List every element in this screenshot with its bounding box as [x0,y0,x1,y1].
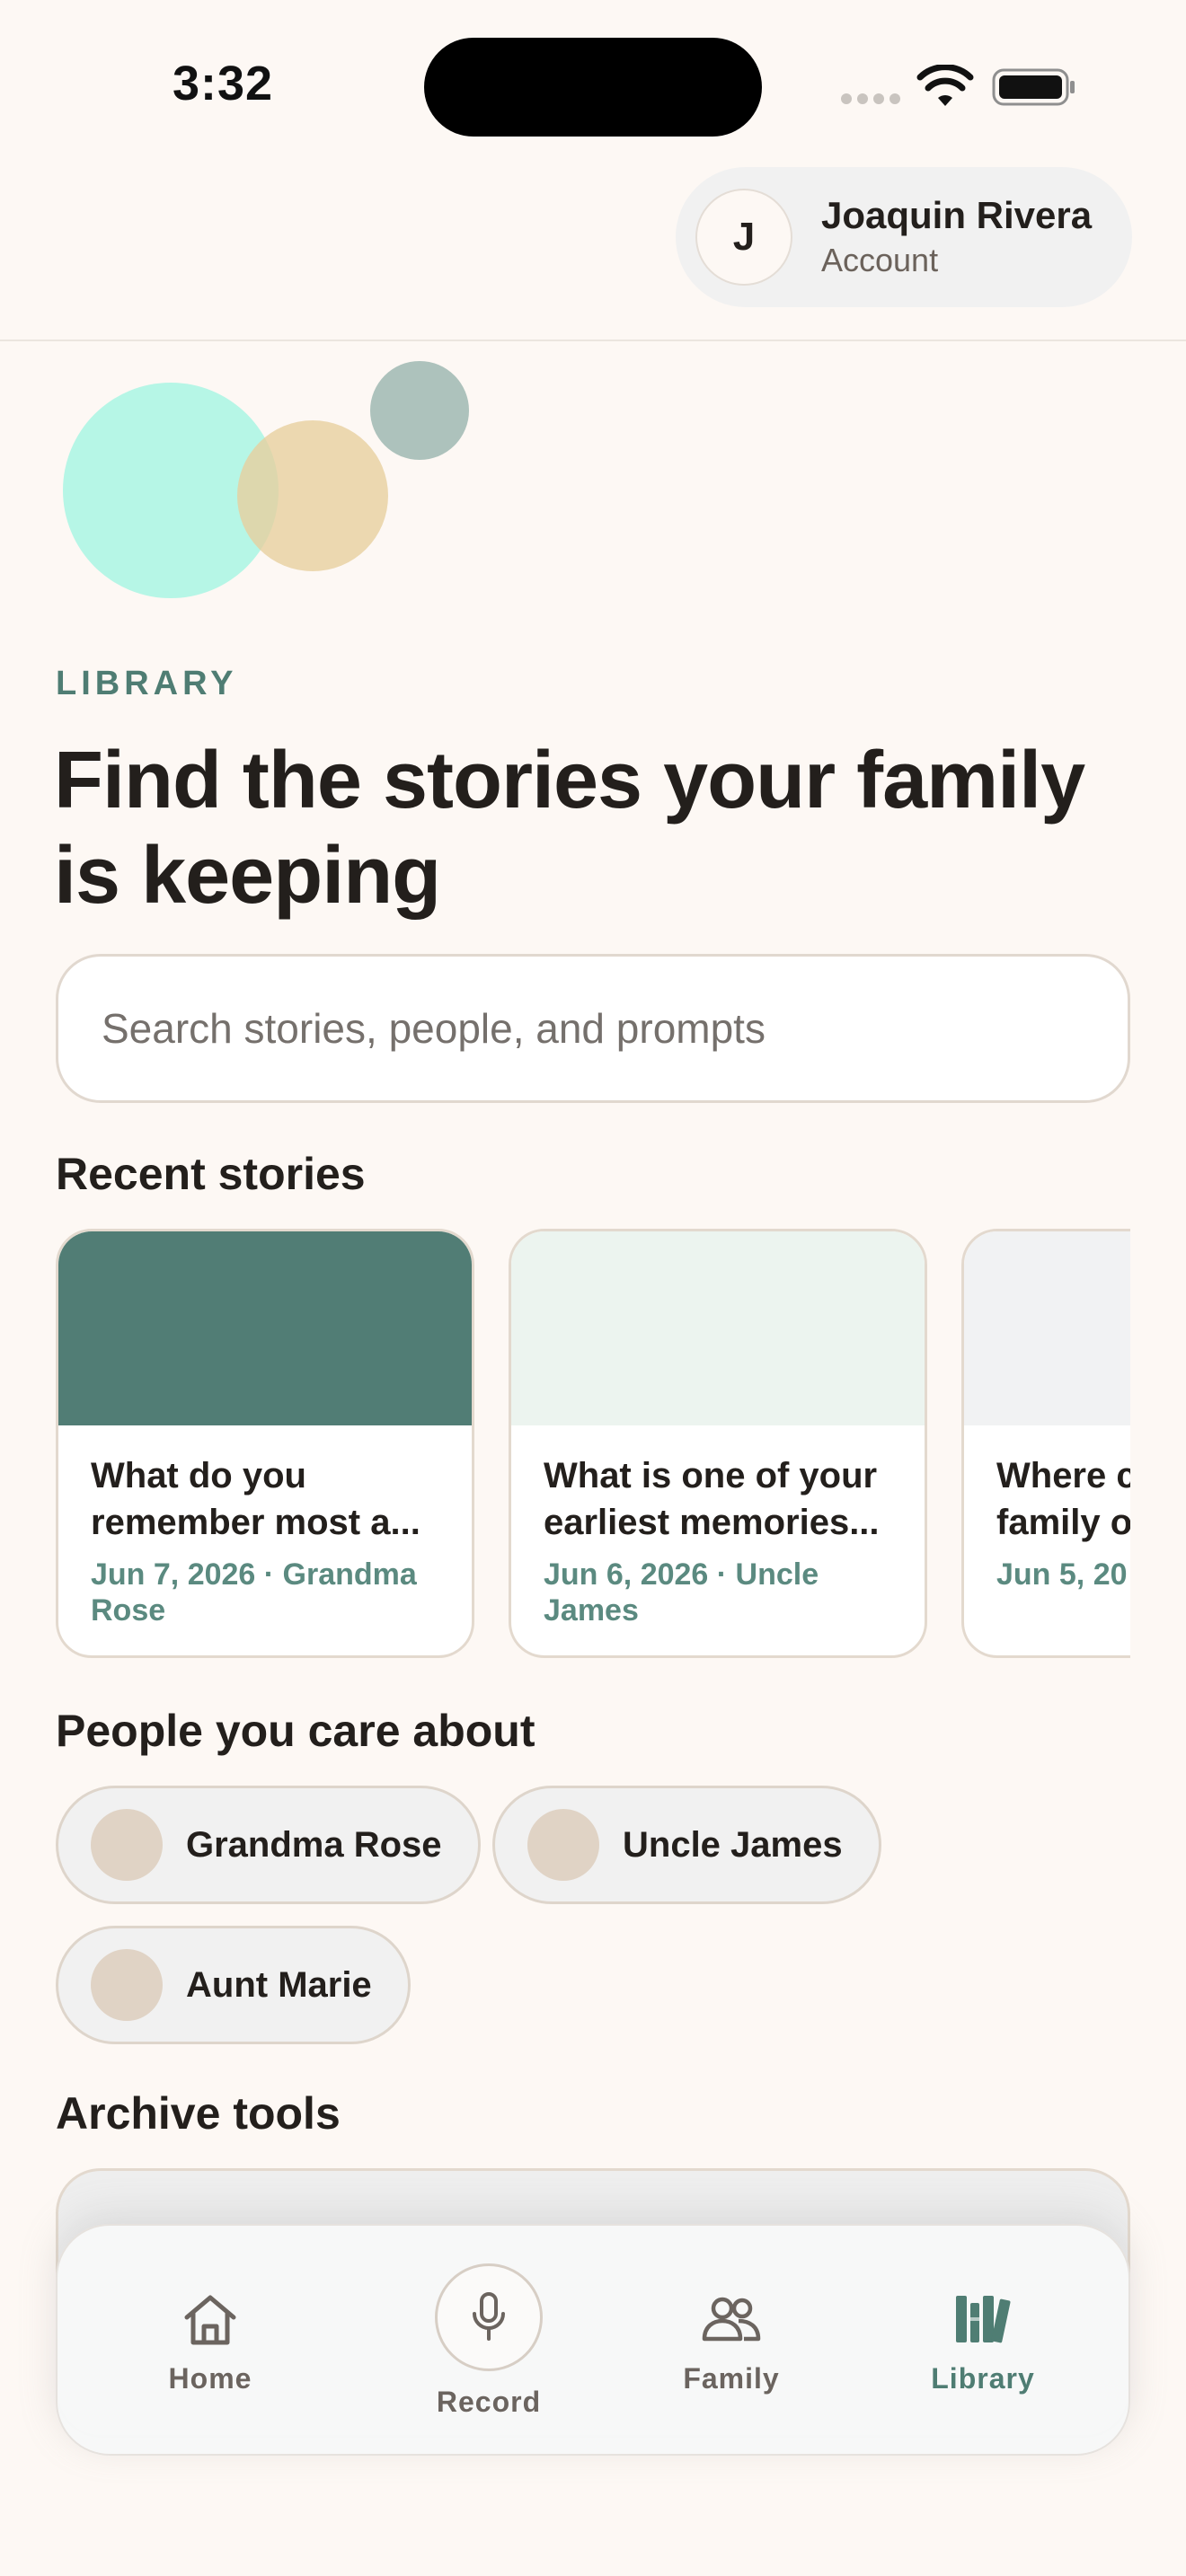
tab-library[interactable]: Library [902,2226,1064,2457]
tab-bar: Home Record Family Library [56,2224,1130,2456]
story-title: family o [996,1503,1130,1542]
library-books-icon [956,2296,1011,2343]
tab-home-label: Home [168,2362,252,2395]
search-input[interactable]: Search stories, people, and prompts [56,954,1130,1103]
tab-library-label: Library [931,2362,1035,2395]
story-meta: Jun 7, 2026 · Grandma Rose [91,1557,417,1628]
people-heading: People you care about [56,1706,535,1756]
account-text: Joaquin Rivera Account [821,193,1092,281]
record-button-ring [435,2263,543,2371]
tab-record-label: Record [436,2386,542,2418]
person-avatar [527,1809,599,1881]
story-title: remember most a... [91,1503,420,1542]
cellular-signal-icon [841,93,900,104]
status-time: 3:32 [173,57,274,110]
decorative-sand-circle [237,420,388,571]
story-cover [964,1231,1130,1425]
person-avatar [91,1949,163,2021]
family-icon [702,2297,761,2342]
page-title: Find the stories your family is keeping [54,736,1085,921]
account-avatar: J [695,189,792,286]
tab-family-label: Family [683,2362,780,2395]
tab-family[interactable]: Family [651,2226,812,2457]
story-card[interactable]: What do you remember most a... Jun 7, 20… [56,1229,474,1658]
person-avatar [91,1809,163,1881]
story-meta: Jun 6, 2026 · Uncle James [544,1557,819,1628]
status-bar: 3:32 [0,0,1186,162]
person-name: Aunt Marie [186,1964,372,2005]
home-icon [184,2295,236,2345]
person-name: Grandma Rose [186,1824,442,1865]
story-card[interactable]: Where c family o Jun 5, 20 Marie [961,1229,1130,1658]
person-name: Uncle James [623,1824,843,1865]
search-placeholder: Search stories, people, and prompts [102,1005,766,1052]
story-title: What do you [91,1456,306,1495]
person-chip[interactable]: Grandma Rose [56,1786,481,1904]
page-eyebrow: LIBRARY [56,665,238,702]
wifi-icon [916,65,974,106]
story-cover [58,1231,472,1425]
decorative-sage-circle [370,361,469,460]
header-divider [0,340,1186,341]
person-chip[interactable]: Uncle James [492,1786,881,1904]
story-title: What is one of your [544,1456,878,1495]
story-cover [511,1231,925,1425]
story-card[interactable]: What is one of your earliest memories...… [509,1229,927,1658]
person-chip[interactable]: Aunt Marie [56,1926,411,2044]
tab-record[interactable]: Record [399,2226,579,2457]
tab-home[interactable]: Home [138,2226,282,2457]
microphone-icon [473,2292,505,2341]
story-title: earliest memories... [544,1503,880,1542]
recent-stories-carousel[interactable]: What do you remember most a... Jun 7, 20… [56,1229,1130,1660]
account-subtitle: Account [821,242,939,278]
account-name: Joaquin Rivera [821,194,1093,236]
library-screen: 3:32 J Joaquin Rivera Account LIBRARY Fi… [0,0,1186,2576]
archive-tools-heading: Archive tools [56,2088,341,2139]
story-meta: Jun 5, 20 Marie [996,1557,1130,1592]
story-title: Where c [996,1456,1130,1495]
battery-icon [992,68,1075,106]
dynamic-island [424,38,762,137]
recent-stories-heading: Recent stories [56,1149,366,1199]
account-button[interactable]: J Joaquin Rivera Account [676,167,1132,307]
